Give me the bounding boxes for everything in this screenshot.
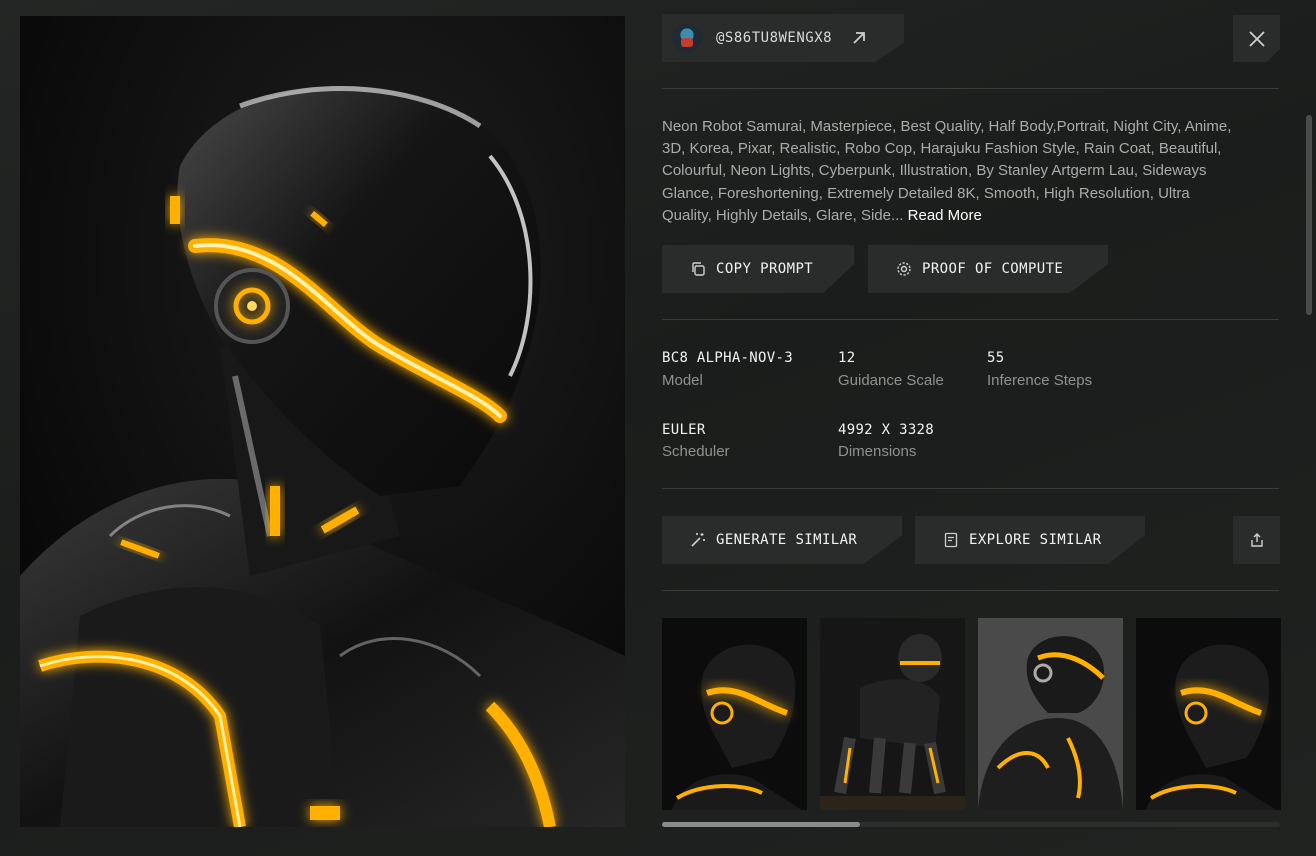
proof-of-compute-label: PROOF OF COMPUTE bbox=[922, 261, 1064, 277]
image-detail-modal: @S86TU8WENGX8 Neon Robot Samurai, Master… bbox=[0, 0, 1316, 856]
prompt-text: Neon Robot Samurai, Masterpiece, Best Qu… bbox=[662, 116, 1237, 227]
similar-image-thumbnail[interactable] bbox=[662, 618, 807, 810]
arrow-up-right-icon bbox=[853, 32, 865, 44]
document-icon bbox=[944, 532, 958, 548]
close-icon bbox=[1248, 30, 1265, 47]
similar-image-thumbnail[interactable] bbox=[978, 618, 1123, 810]
copy-prompt-label: COPY PROMPT bbox=[716, 261, 814, 277]
panel-scrollbar[interactable] bbox=[1306, 115, 1312, 315]
dimensions-value: 4992 X 3328 bbox=[838, 422, 935, 438]
gallery-scrollbar-thumb[interactable] bbox=[662, 822, 860, 827]
copy-icon bbox=[692, 262, 705, 276]
avatar bbox=[672, 23, 702, 53]
share-button[interactable] bbox=[1233, 516, 1280, 564]
generated-image[interactable] bbox=[20, 16, 625, 827]
divider bbox=[662, 590, 1279, 591]
robot-illustration bbox=[20, 16, 625, 827]
model-value: BC8 ALPHA-NOV-3 bbox=[662, 350, 793, 366]
explore-similar-label: EXPLORE SIMILAR bbox=[969, 532, 1102, 548]
gear-icon bbox=[897, 262, 911, 276]
magic-wand-icon bbox=[691, 533, 705, 547]
dimensions-label: Dimensions bbox=[838, 443, 917, 460]
divider bbox=[662, 88, 1279, 89]
robot-thumbnail-image bbox=[820, 618, 965, 810]
creator-handle: @S86TU8WENGX8 bbox=[716, 30, 833, 46]
robot-thumbnail-image bbox=[1136, 618, 1281, 810]
model-label: Model bbox=[662, 372, 703, 389]
copy-prompt-button[interactable]: COPY PROMPT bbox=[662, 245, 854, 293]
generate-similar-button[interactable]: GENERATE SIMILAR bbox=[662, 516, 902, 564]
explore-similar-button[interactable]: EXPLORE SIMILAR bbox=[915, 516, 1145, 564]
robot-thumbnail-image bbox=[978, 618, 1123, 810]
guidance-scale-value: 12 bbox=[838, 350, 856, 366]
similar-image-thumbnail[interactable] bbox=[820, 618, 965, 810]
read-more-link[interactable]: Read More bbox=[908, 207, 982, 224]
similar-image-thumbnail[interactable] bbox=[1136, 618, 1281, 810]
creator-profile-link[interactable]: @S86TU8WENGX8 bbox=[662, 14, 904, 62]
divider bbox=[662, 488, 1279, 489]
robot-thumbnail-image bbox=[662, 618, 807, 810]
scheduler-label: Scheduler bbox=[662, 443, 730, 460]
divider bbox=[662, 319, 1279, 320]
close-button[interactable] bbox=[1233, 15, 1280, 62]
inference-steps-label: Inference Steps bbox=[987, 372, 1093, 389]
detail-panel: @S86TU8WENGX8 Neon Robot Samurai, Master… bbox=[662, 0, 1281, 856]
generate-similar-label: GENERATE SIMILAR bbox=[716, 532, 858, 548]
similar-images-gallery[interactable] bbox=[662, 618, 1281, 810]
inference-steps-value: 55 bbox=[987, 350, 1005, 366]
guidance-scale-label: Guidance Scale bbox=[838, 372, 944, 389]
share-icon bbox=[1250, 533, 1263, 547]
proof-of-compute-button[interactable]: PROOF OF COMPUTE bbox=[868, 245, 1108, 293]
scheduler-value: EULER bbox=[662, 422, 706, 438]
gallery-scrollbar[interactable] bbox=[662, 822, 1280, 827]
